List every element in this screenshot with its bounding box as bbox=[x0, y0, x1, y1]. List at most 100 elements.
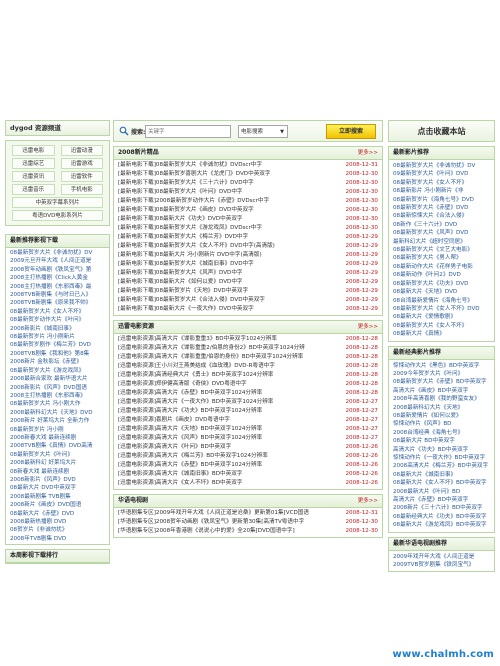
list-item[interactable]: [最新电影下载]08最新大片《如何以爱》DVD中字 2008-12-29 bbox=[118, 278, 378, 287]
list-item[interactable]: 2008最新科幻 好莱坞大片 bbox=[10, 459, 105, 467]
list-item[interactable]: 08最新贺岁片 冯小刚 bbox=[10, 426, 105, 434]
item-title[interactable]: [最新电影下载]08最新贺岁大片《梅兰芳》DVD中字 bbox=[118, 233, 248, 242]
item-title[interactable]: [最新电影下载]2008最新贺岁动作大片《赤壁》DVDscr中字 bbox=[118, 197, 269, 206]
list-item[interactable]: 08最新影片 冯小刚新片《非 bbox=[393, 187, 490, 195]
item-title[interactable]: [迅雷电影资源]高清大片《谍影重重2/伯恩的身份2》BD中英双字1024分辨 bbox=[118, 344, 305, 353]
list-item[interactable]: [最新电影下载]08最新贺岁大片《女人不坏》DVD中字(高清版) 2008-12-… bbox=[118, 242, 378, 251]
list-item[interactable]: [迅雷电影资源]喜剧片《画皮》DVD粤语中字 2008-12-27 bbox=[118, 416, 378, 425]
list-item[interactable]: 08最新贺岁大片《文艺大电影》 bbox=[393, 246, 490, 254]
list-item[interactable]: 08最新大片 BD中英双字 bbox=[393, 437, 490, 445]
list-item[interactable]: 08最新贺岁大片《男人帮》 bbox=[393, 254, 490, 262]
item-title[interactable]: [迅雷电影资源]王小川对王燕美结成《血玫瑰》DVD-R粤语中字 bbox=[118, 362, 275, 371]
bookmark-button[interactable]: 点击收藏本站 bbox=[388, 120, 495, 142]
list-item[interactable]: [最新电影下载]2008最新贺岁动作大片《赤壁》DVDscr中字 2008-12-… bbox=[118, 197, 378, 206]
list-item[interactable]: 08新春大戏 最新连续剧 bbox=[10, 468, 105, 476]
list-item[interactable]: [最新电影下载]08最新贺岁片《天地》DVD中英双字 2008-12-29 bbox=[118, 287, 378, 296]
list-item[interactable]: 08最新贺岁大片《非诚勿扰》DV bbox=[10, 249, 105, 257]
list-item[interactable]: 08最新贺岁大片《女人不坏》 bbox=[10, 308, 105, 316]
list-item[interactable]: 惊悚动作片《一夜大作》BD中英双字 bbox=[393, 454, 490, 462]
list-item[interactable]: 08最新爱情片《如何以爱》 bbox=[393, 412, 490, 420]
list-item[interactable]: [最新电影下载]08最新大片《一夜大作》DVD中英双字 2008-12-29 bbox=[118, 305, 378, 314]
list-item[interactable]: 08贺岁片《非诚勿扰》 bbox=[10, 526, 105, 534]
list-item[interactable]: [迅雷电影资源]高清经典大片《勇士》BD中英双字1024分辨率 2008-12-2… bbox=[118, 371, 378, 380]
item-title[interactable]: [最新电影下载]08最新贺岁大片《城南旧事》DVD中字 bbox=[118, 260, 254, 269]
item-title[interactable]: [最新电影下载]08最新贺岁喜剧大片《龙虎门》DVD中英双字 bbox=[118, 170, 270, 179]
list-item[interactable]: 2009今年贺岁大片《叶问》 bbox=[393, 370, 490, 378]
category-software[interactable]: 迅雷软件 bbox=[60, 171, 103, 182]
list-item[interactable]: [最新电影下载]08最新大片《功夫》DVD中英双字 2008-12-30 bbox=[118, 215, 378, 224]
list-item[interactable]: 2008新影片《风声》DVD bbox=[10, 476, 105, 484]
list-item[interactable]: 08最新贺岁大片《游龙戏凤》 bbox=[10, 367, 105, 375]
list-item[interactable]: 惊悚动作片《风声》BD bbox=[393, 420, 490, 428]
item-title[interactable]: [华语剧集专区]2008贺年动画剧《铁凤宝气》更新第30集[高清TV粤语中字 bbox=[118, 518, 304, 527]
list-item[interactable]: 2008新片《三十六计》BD中英双字 bbox=[393, 504, 490, 512]
list-item[interactable]: 2008最新热播剧 DVD bbox=[10, 518, 105, 526]
item-title[interactable]: [最新电影下载]08最新贺岁大片《非诚勿扰》DVDscr中字 bbox=[118, 161, 262, 170]
list-item[interactable]: [迅雷电影资源]高清大片《谍影重重2/伯恩的身份2》BD中英双字1024分辨 20… bbox=[118, 344, 378, 353]
list-item[interactable]: 08最新动作《叶问2》DVD bbox=[393, 271, 490, 279]
list-item[interactable]: [迅雷电影资源]高清大片《城南旧事》BD中英双字 2008-12-26 bbox=[118, 470, 378, 479]
list-item[interactable]: 08最新大片《天地》DVD bbox=[393, 288, 490, 296]
list-item[interactable]: 最新科幻大片《超时空同居》 bbox=[393, 238, 490, 246]
list-item[interactable]: 2008高清大片《梅兰芳》BD中英双字 bbox=[393, 462, 490, 470]
list-item[interactable]: 2008台湾经典《海角七号》 bbox=[393, 429, 490, 437]
item-title[interactable]: [迅雷电影资源]高清大片《城南旧事》BD中英双字 bbox=[118, 470, 242, 479]
list-item[interactable]: [迅雷电影资源]高清大片《一夜大作》BD中英双字1024分辨率 2008-12-2… bbox=[118, 398, 378, 407]
list-item[interactable]: 2008主打热播剧《东邪西毒》 bbox=[10, 392, 105, 400]
item-title[interactable]: [迅雷电影资源]高清大片《天地》BD中英双字1024分辨率 bbox=[118, 425, 262, 434]
list-item[interactable]: 2008TVB剧集《真情》DVD高清 bbox=[10, 442, 105, 450]
item-title[interactable]: [最新电影下载]08最新大片《一夜大作》DVD中英双字 bbox=[118, 305, 254, 314]
list-item[interactable]: 08最新贺岁片 冯小刚新片 bbox=[10, 333, 105, 341]
list-item[interactable]: 高清大片《画皮》BD中英双字 bbox=[393, 387, 490, 395]
list-item[interactable]: 08最新大片《爱情歌剧》 bbox=[393, 313, 490, 321]
list-item[interactable]: 08最新贺岁大片《女人不坏》 bbox=[393, 179, 490, 187]
list-item[interactable]: [迅雷电影资源]高清大片《谍影重重/伯恩的身份》BD中英双字1024分辨率 200… bbox=[118, 353, 378, 362]
item-title[interactable]: [最新电影下载]08最新大片 冯小刚新片 DVD中字(高清版) bbox=[118, 251, 262, 260]
list-item[interactable]: [最新电影下载]08最新贺岁大片《梅兰芳》DVD中字 2008-12-29 bbox=[118, 233, 378, 242]
list-item[interactable]: 2009元旦开年大戏《人间正道是 bbox=[10, 257, 105, 265]
item-title[interactable]: [最新电影下载]08最新贺岁片《天地》DVD中英双字 bbox=[118, 287, 248, 296]
list-item[interactable]: 2008TVB新剧集《原来我不帅》 bbox=[10, 299, 105, 307]
list-item[interactable]: 惊悚动作大片《黑色》BD中英双字 bbox=[393, 362, 490, 370]
list-item[interactable]: 08最新经典大片《功夫》BD中英双字 bbox=[393, 513, 490, 521]
list-item[interactable]: [迅雷电影资源]高清大片《叶问》BD中英双字 2008-12-26 bbox=[118, 443, 378, 452]
item-title[interactable]: [迅雷电影资源]高清大片《风声》BD中英双字1024分辨率 bbox=[118, 434, 262, 443]
list-item[interactable]: 08新作《三十六计》DVD bbox=[393, 221, 490, 229]
category-game[interactable]: 迅雷游戏 bbox=[60, 158, 103, 169]
list-item[interactable]: 08最新大片 DVD中英双字 bbox=[10, 484, 105, 492]
item-title[interactable]: [迅雷电影资源]高清大片《叶问》BD中英双字 bbox=[118, 443, 231, 452]
item-title[interactable]: [最新电影下载]08最新贺岁大片《合法入侵》DVD中英双字 bbox=[118, 296, 265, 305]
list-item[interactable]: [最新电影下载]08最新贺岁大片《风声》DVD中字 2008-12-29 bbox=[118, 269, 378, 278]
list-item[interactable]: [最新电影下载]08最新贺岁大片《城南旧事》DVD中字 2008-12-29 bbox=[118, 260, 378, 269]
list-item[interactable]: [迅雷电影资源]高清大片《赤壁》BD中英双字1024分辨率 2008-12-28 bbox=[118, 389, 378, 398]
category-variety[interactable]: 迅雷综艺 bbox=[12, 158, 55, 169]
item-title[interactable]: [最新电影下载]08最新贺岁大片《三十六计》DVD中字 bbox=[118, 179, 254, 188]
item-title[interactable]: [迅雷电影资源]高清大片《一夜大作》BD中英双字1024分辨率 bbox=[118, 398, 273, 407]
list-item[interactable]: [最新电影下载]08最新贺岁大片《游龙戏凤》DVDscr中字 2008-12-30 bbox=[118, 224, 378, 233]
list-item[interactable]: [迅雷电影资源]高清大片《梅兰芳》BD中英双字1024分辨率 2008-12-26 bbox=[118, 452, 378, 461]
category-news[interactable]: 迅雷资讯 bbox=[12, 171, 55, 182]
item-title[interactable]: [最新电影下载]08最新贺岁大片《女人不坏》DVD中字(高清版) bbox=[118, 242, 275, 251]
list-item[interactable]: 08台湾最新爱情片《海角七号》 bbox=[393, 297, 490, 305]
list-item[interactable]: 2008新影片《城南旧事》 bbox=[10, 325, 105, 333]
item-title[interactable]: [迅雷电影资源]高清大片《谍影重重/伯恩的身份》BD中英双字1024分辨率 bbox=[118, 353, 303, 362]
search-input[interactable] bbox=[145, 125, 231, 138]
list-item[interactable]: 2008新春大戏 最新连续剧 bbox=[10, 434, 105, 442]
list-item[interactable]: [最新电影下载]08最新贺岁大片《三十六计》DVD中字 2008-12-30 bbox=[118, 179, 378, 188]
list-item[interactable]: 08最新贺岁大片 冯小刚大作 bbox=[10, 400, 105, 408]
category-movie[interactable]: 迅雷电影 bbox=[12, 145, 55, 156]
item-title[interactable]: [迅雷电影资源]高清大片《梅兰芳》BD中英双字1024分辨率 bbox=[118, 452, 268, 461]
list-item[interactable]: 2008新片 金秋影坛《赤壁》 bbox=[10, 358, 105, 366]
item-title[interactable]: [迅雷电影资源]喜剧片《画皮》DVD粤语中字 bbox=[118, 416, 230, 425]
list-item[interactable]: 08最新贺岁大片《功夫》DVD bbox=[393, 280, 490, 288]
list-item[interactable]: 2009年戏开年大戏《人间正道是 bbox=[393, 553, 490, 561]
list-item[interactable]: 08最新动作大片《花样男子电影 bbox=[393, 263, 490, 271]
list-item[interactable]: [迅雷电影资源]郑伊健高清版《奇侠》DVD粤语中字 2008-12-28 bbox=[118, 380, 378, 389]
list-item[interactable]: 08最新贺岁大片《赤壁》DVD bbox=[393, 204, 490, 212]
list-item[interactable]: [最新电影下载]08最新大片 冯小刚新片 DVD中字(高清版) 2008-12-2… bbox=[118, 251, 378, 260]
list-item[interactable]: [迅雷电影资源]王小川对王燕美结成《血玫瑰》DVD-R粤语中字 2008-12-2… bbox=[118, 362, 378, 371]
list-item[interactable]: [最新电影下载]08最新贺岁大片《非诚勿扰》DVDscr中字 2008-12-31 bbox=[118, 161, 378, 170]
item-title[interactable]: [迅雷电影资源]郑伊健高清版《奇侠》DVD粤语中字 bbox=[118, 380, 247, 389]
list-item[interactable]: [最新电影下载]08最新贺岁大片《叶问》DVD中字 2008-12-30 bbox=[118, 188, 378, 197]
list-item[interactable]: [迅雷电影资源]高清大片《功夫》BD中英双字1024分辨率 2008-12-27 bbox=[118, 407, 378, 416]
